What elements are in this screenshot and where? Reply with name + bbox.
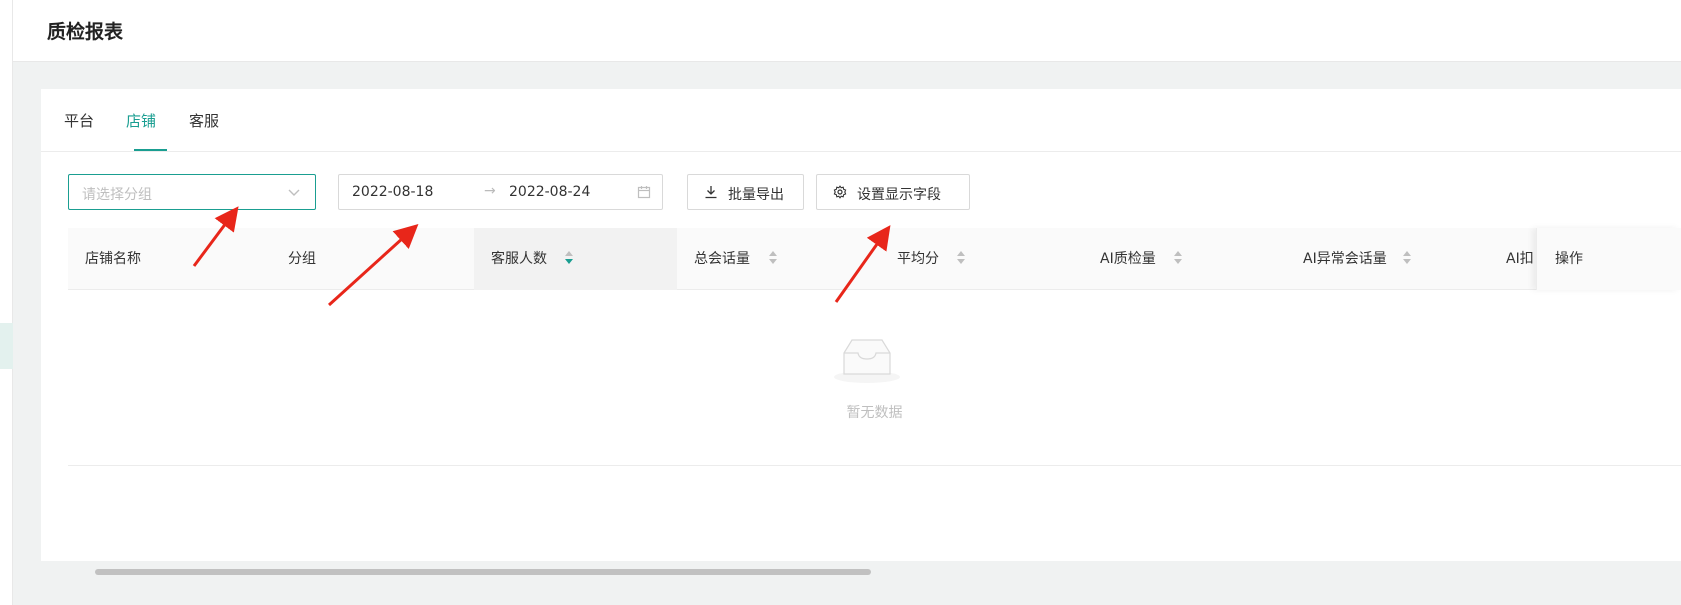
table-body-empty: 暂无数据 bbox=[68, 290, 1681, 466]
calendar-icon bbox=[637, 185, 651, 203]
table-header: 店铺名称 分组 客服人数 总会话量 平均分 AI质检量 AI异常会话量 AI扣 … bbox=[68, 228, 1681, 290]
column-total-sessions[interactable]: 总会话量 bbox=[677, 228, 880, 290]
column-ai-abnormal-sessions[interactable]: AI异常会话量 bbox=[1286, 228, 1489, 290]
left-nav-rail bbox=[0, 0, 13, 605]
display-fields-button[interactable]: 设置显示字段 bbox=[816, 174, 970, 210]
column-ai-inspection-count[interactable]: AI质检量 bbox=[1083, 228, 1286, 290]
tab-customer-service[interactable]: 客服 bbox=[189, 110, 219, 152]
horizontal-scrollbar-thumb[interactable] bbox=[95, 569, 871, 575]
batch-export-button[interactable]: 批量导出 bbox=[687, 174, 804, 210]
sort-icon[interactable] bbox=[769, 251, 777, 265]
report-card: 平台 店铺 客服 请选择分组 2022-08-18 → 2022-08-24 批… bbox=[41, 89, 1681, 575]
tab-bar: 平台 店铺 客服 bbox=[41, 89, 1681, 152]
tab-platform[interactable]: 平台 bbox=[64, 110, 94, 152]
horizontal-scrollbar[interactable] bbox=[68, 568, 1681, 576]
column-ai-deduction-truncated: AI扣 bbox=[1506, 251, 1534, 267]
page-title: 质检报表 bbox=[47, 21, 124, 43]
date-start-input[interactable]: 2022-08-18 bbox=[352, 184, 433, 200]
tab-store[interactable]: 店铺 bbox=[126, 110, 156, 152]
column-store-name: 店铺名称 bbox=[85, 251, 141, 267]
sort-icon[interactable] bbox=[1174, 251, 1182, 265]
sort-icon[interactable] bbox=[1403, 251, 1411, 265]
group-select[interactable]: 请选择分组 bbox=[68, 174, 316, 210]
page-header: 质检报表 bbox=[13, 0, 1681, 62]
group-select-placeholder: 请选择分组 bbox=[82, 187, 152, 203]
download-icon bbox=[704, 185, 718, 203]
sort-icon[interactable] bbox=[565, 251, 573, 265]
column-agent-count[interactable]: 客服人数 bbox=[474, 228, 677, 290]
sort-icon[interactable] bbox=[957, 251, 965, 265]
date-end-input[interactable]: 2022-08-24 bbox=[509, 184, 590, 200]
gear-icon bbox=[833, 185, 847, 203]
left-nav-active-marker[interactable] bbox=[0, 323, 13, 369]
display-fields-label: 设置显示字段 bbox=[857, 187, 941, 203]
column-group: 分组 bbox=[288, 251, 316, 267]
report-table: 店铺名称 分组 客服人数 总会话量 平均分 AI质检量 AI异常会话量 AI扣 … bbox=[68, 228, 1681, 575]
tab-active-indicator bbox=[134, 149, 167, 151]
empty-state-text: 暂无数据 bbox=[846, 405, 903, 421]
chevron-down-icon bbox=[287, 185, 301, 203]
batch-export-label: 批量导出 bbox=[728, 187, 784, 203]
date-range-picker[interactable]: 2022-08-18 → 2022-08-24 bbox=[338, 174, 663, 210]
column-actions: 操作 bbox=[1536, 228, 1681, 290]
inbox-icon bbox=[832, 336, 902, 388]
date-range-separator: → bbox=[484, 183, 496, 199]
column-average-score[interactable]: 平均分 bbox=[880, 228, 1083, 290]
